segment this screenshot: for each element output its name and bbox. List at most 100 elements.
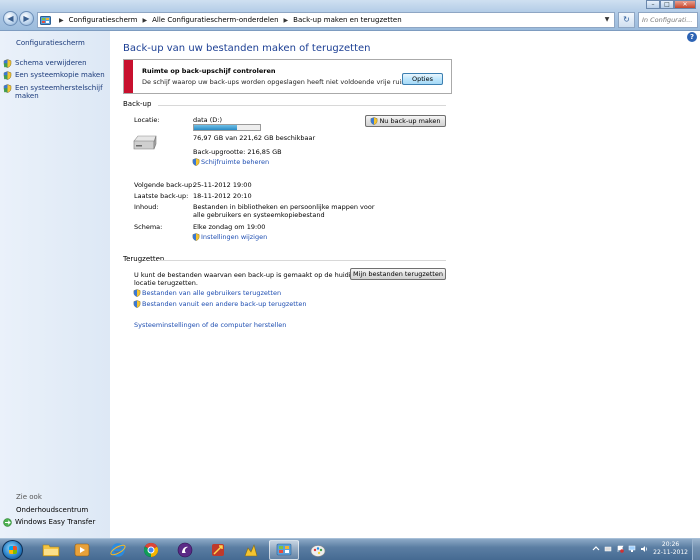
- shield-icon: [133, 289, 141, 297]
- taskbar-paint[interactable]: [303, 540, 333, 560]
- last-backup-value: 18-11-2012 20:10: [193, 192, 252, 200]
- chevron-right-icon[interactable]: ▶: [143, 17, 148, 24]
- sidebar-item-label: Schema verwijderen: [15, 59, 87, 67]
- system-clock[interactable]: 20:26 22-11-2012: [653, 541, 688, 557]
- alert-text: De schijf waarop uw back-ups worden opge…: [142, 78, 417, 86]
- minimize-button[interactable]: –: [646, 0, 660, 9]
- breadcrumb-control-panel[interactable]: Configuratiescherm: [69, 16, 138, 24]
- sidebar-item-label: Een systeemkopie maken: [15, 71, 105, 79]
- folder-icon: [42, 544, 60, 557]
- address-bar[interactable]: ▶ Configuratiescherm ▶ Alle Configuratie…: [37, 12, 615, 28]
- app-icon: [244, 544, 258, 557]
- backup-now-label: Nu back-up maken: [379, 117, 441, 125]
- see-also-heading: Zie ook: [16, 493, 42, 501]
- restore-other-backup-link[interactable]: Bestanden vanuit een andere back-up teru…: [133, 300, 307, 308]
- close-button[interactable]: ✕: [674, 0, 696, 9]
- manage-space-label: Schijfruimte beheren: [201, 158, 270, 166]
- tray-device-icon[interactable]: [604, 545, 612, 553]
- sidebar-item-create-system-image[interactable]: Een systeemkopie maken: [3, 71, 108, 80]
- taskbar-explorer[interactable]: [36, 540, 66, 560]
- taskbar: 20:26 22-11-2012: [0, 538, 700, 560]
- space-available-text: 76,97 GB van 221,62 GB beschikbaar: [193, 134, 316, 142]
- change-settings-label: Instellingen wijzigen: [201, 233, 268, 241]
- backup-size-text: Back-upgrootte: 216,85 GB: [193, 148, 282, 156]
- main-content: ? Back-up van uw bestanden maken of teru…: [110, 31, 700, 538]
- chevron-right-icon[interactable]: ▶: [59, 17, 64, 24]
- taskbar-control-panel[interactable]: [269, 540, 299, 560]
- taskbar-internet-explorer[interactable]: [103, 540, 133, 560]
- volume-icon[interactable]: [640, 545, 648, 553]
- shield-icon: [133, 300, 141, 308]
- divider: [158, 260, 446, 261]
- internet-explorer-icon: [110, 543, 126, 557]
- system-restore-link[interactable]: Systeeminstellingen of de computer herst…: [134, 321, 286, 329]
- tray-chevron-icon[interactable]: [592, 545, 600, 553]
- shield-icon: [371, 117, 378, 125]
- action-center-link[interactable]: Onderhoudscentrum: [16, 506, 88, 514]
- last-backup-label: Laatste back-up:: [134, 192, 189, 200]
- shield-icon: [3, 84, 12, 93]
- control-panel-icon: [276, 543, 292, 556]
- schedule-label: Schema:: [134, 223, 163, 231]
- refresh-button[interactable]: ↻: [618, 12, 635, 28]
- clock-time: 20:26: [661, 541, 680, 548]
- show-desktop-button[interactable]: [692, 539, 700, 560]
- shield-icon: [3, 71, 12, 80]
- contents-value-line1: Bestanden in bibliotheken en persoonlijk…: [193, 203, 375, 211]
- forward-button[interactable]: ▶: [19, 11, 34, 26]
- chevron-right-icon[interactable]: ▶: [284, 17, 289, 24]
- clock-date: 22-11-2012: [653, 549, 688, 556]
- left-navigation-pane: Configuratiescherm Schema verwijderen Ee…: [0, 31, 110, 538]
- taskbar-app-yellow[interactable]: [236, 540, 266, 560]
- alert-title: Ruimte op back-upschijf controleren: [142, 67, 276, 75]
- taskbar-media-player[interactable]: [67, 540, 97, 560]
- manage-space-link[interactable]: Schijfruimte beheren: [192, 158, 269, 166]
- window-controls: – □ ✕: [646, 0, 696, 9]
- drive-space-fill: [194, 125, 237, 130]
- back-button[interactable]: ◀: [3, 11, 18, 26]
- control-panel-icon: [40, 15, 51, 25]
- sidebar-item-label: Windows Easy Transfer: [15, 518, 96, 526]
- contents-label: Inhoud:: [134, 203, 159, 211]
- sidebar-item-create-repair-disc[interactable]: Een systeemherstelschijf maken: [3, 84, 108, 100]
- alert-box: Ruimte op back-upschijf controleren De s…: [123, 59, 452, 94]
- taskbar-app-red[interactable]: [203, 540, 233, 560]
- taskbar-app-purple[interactable]: [170, 540, 200, 560]
- restore-all-users-link[interactable]: Bestanden van alle gebruikers terugzette…: [133, 289, 281, 297]
- action-center-flag-icon[interactable]: [616, 545, 624, 553]
- location-label: Locatie:: [134, 116, 160, 124]
- refresh-icon: ↻: [623, 15, 630, 24]
- options-button[interactable]: Opties: [402, 73, 443, 85]
- taskbar-chrome[interactable]: [136, 540, 166, 560]
- location-value: data (D:): [193, 116, 222, 124]
- shield-icon: [192, 233, 200, 241]
- restore-text-line2: locatie terugzetten.: [134, 279, 198, 287]
- network-icon[interactable]: [628, 545, 636, 553]
- help-icon[interactable]: ?: [687, 32, 697, 42]
- easy-transfer-link[interactable]: Windows Easy Transfer: [3, 518, 108, 527]
- restore-section-heading: Terugzetten: [123, 255, 165, 263]
- restore-text-line1: U kunt de bestanden waarvan een back-up …: [134, 271, 359, 279]
- schedule-value: Elke zondag om 19:00: [193, 223, 266, 231]
- page-title: Back-up van uw bestanden maken of terugz…: [123, 43, 371, 54]
- maximize-button[interactable]: □: [660, 0, 674, 9]
- breadcrumb-backup-restore[interactable]: Back-up maken en terugzetten: [293, 16, 402, 24]
- start-button[interactable]: [2, 540, 23, 560]
- title-bar: – □ ✕ ◀ ▶ ▶ Configuratiescherm ▶ Alle Co…: [0, 0, 700, 31]
- search-input[interactable]: In Configurati...: [638, 12, 698, 28]
- contents-value-line2: alle gebruikers en systeemkopiebestand: [193, 211, 325, 219]
- restore-my-files-button[interactable]: Mijn bestanden terugzetten: [350, 268, 446, 280]
- restore-all-users-label: Bestanden van alle gebruikers terugzette…: [142, 289, 282, 297]
- address-dropdown-icon[interactable]: ▼: [600, 13, 614, 27]
- change-settings-link[interactable]: Instellingen wijzigen: [192, 233, 267, 241]
- media-player-icon: [74, 543, 90, 557]
- backup-now-button[interactable]: Nu back-up maken: [365, 115, 446, 127]
- divider: [158, 105, 446, 106]
- sidebar-item-label: Een systeemherstelschijf maken: [15, 84, 103, 100]
- control-panel-home-link[interactable]: Configuratiescherm: [16, 39, 85, 48]
- sidebar-item-remove-schedule[interactable]: Schema verwijderen: [3, 59, 108, 68]
- app-icon: [177, 542, 193, 558]
- next-backup-value: 25-11-2012 19:00: [193, 181, 252, 189]
- breadcrumb-all-items[interactable]: Alle Configuratiescherm-onderdelen: [152, 16, 278, 24]
- shield-icon: [3, 59, 12, 68]
